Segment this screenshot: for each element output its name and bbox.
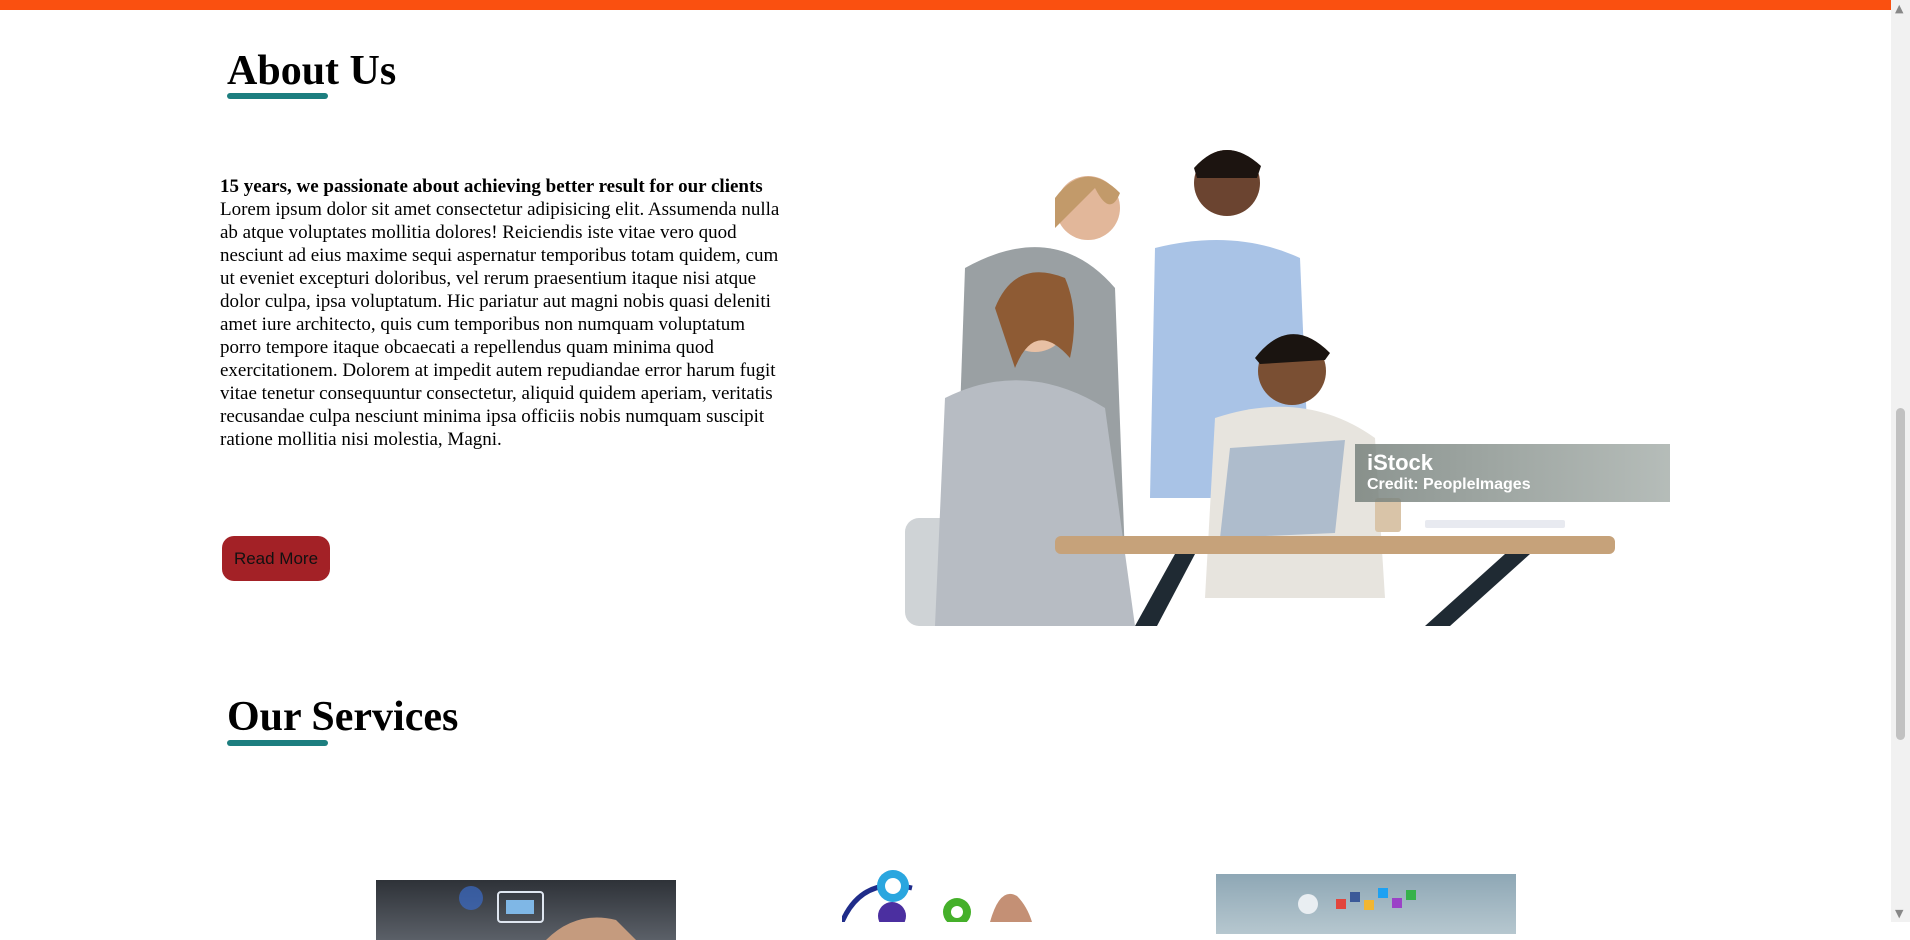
about-text-block: 15 years, we passionate about achieving … xyxy=(220,175,790,451)
watermark-brand: iStock xyxy=(1367,450,1434,475)
tech-hand-graphic xyxy=(459,886,636,940)
triangle-up-icon[interactable]: ▲ xyxy=(1895,2,1903,15)
service-image-teamwork xyxy=(842,866,1142,922)
social-icons-graphic xyxy=(1298,888,1416,914)
gears-teamwork-graphic xyxy=(842,870,1032,922)
istock-watermark: iStock Credit: PeopleImages xyxy=(1355,444,1670,502)
about-us-heading-underline xyxy=(227,93,328,99)
about-lead: 15 years, we passionate about achieving … xyxy=(220,176,763,197)
about-body: Lorem ipsum dolor sit amet consectetur a… xyxy=(220,199,780,450)
scrollbar-thumb[interactable] xyxy=(1896,408,1905,740)
triangle-down-icon[interactable]: ▼ xyxy=(1895,907,1903,920)
about-team-photo: iStock Credit: PeopleImages xyxy=(905,138,1670,626)
service-image-technology xyxy=(376,880,676,940)
about-us-heading: About Us xyxy=(227,48,397,94)
team-meeting-illustration xyxy=(905,149,1615,626)
page-scrollbar[interactable]: ▲ ▼ xyxy=(1891,0,1910,922)
watermark-credit: Credit: PeopleImages xyxy=(1367,476,1531,493)
our-services-heading: Our Services xyxy=(227,694,459,740)
top-accent-bar xyxy=(0,0,1891,10)
read-more-button[interactable]: Read More xyxy=(222,536,330,581)
our-services-heading-underline xyxy=(227,740,328,746)
service-image-social-media xyxy=(1216,874,1516,934)
